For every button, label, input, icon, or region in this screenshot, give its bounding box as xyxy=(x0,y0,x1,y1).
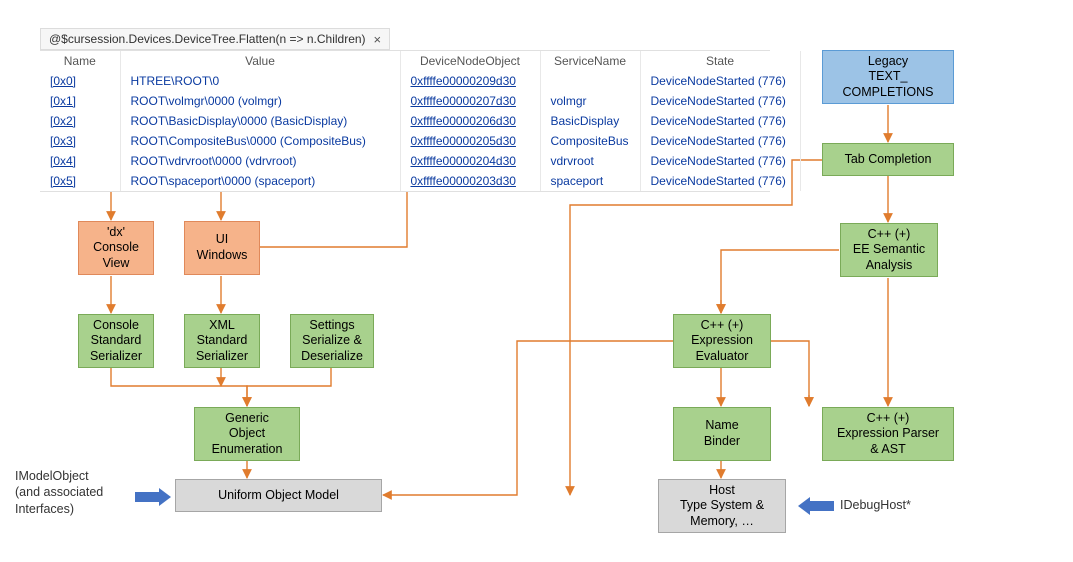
row-dno[interactable]: 0xffffe00000209d30 xyxy=(411,74,516,88)
row-value: ROOT\volmgr\0000 (volmgr) xyxy=(131,94,282,108)
table-row: [0x1] ROOT\volmgr\0000 (volmgr) 0xffffe000… xyxy=(40,91,800,111)
tab-completion: Tab Completion xyxy=(822,143,954,176)
arrow-left-icon xyxy=(798,497,834,515)
host-type-system: HostType System &Memory, … xyxy=(658,479,786,533)
col-state[interactable]: State xyxy=(640,51,800,71)
xml-standard-serializer: XMLStandardSerializer xyxy=(184,314,260,368)
table-header-row: Name Value DeviceNodeObject ServiceName … xyxy=(40,51,800,71)
row-state: DeviceNodeStarted (776) xyxy=(651,134,786,148)
row-state: DeviceNodeStarted (776) xyxy=(651,174,786,188)
col-name[interactable]: Name xyxy=(40,51,120,71)
row-state: DeviceNodeStarted (776) xyxy=(651,154,786,168)
arrow-right-icon xyxy=(135,488,171,506)
console-standard-serializer: ConsoleStandardSerializer xyxy=(78,314,154,368)
row-service: BasicDisplay xyxy=(551,114,620,128)
watch-tab: @$cursession.Devices.DeviceTree.Flatten(… xyxy=(40,28,390,50)
watch-tab-title: @$cursession.Devices.DeviceTree.Flatten(… xyxy=(49,32,366,46)
col-dno[interactable]: DeviceNodeObject xyxy=(400,51,540,71)
legacy-text-completions: LegacyTEXT_COMPLETIONS xyxy=(822,50,954,104)
row-name[interactable]: [0x3] xyxy=(50,134,76,148)
settings-serialize-deserialize: SettingsSerialize &Deserialize xyxy=(290,314,374,368)
row-value: ROOT\spaceport\0000 (spaceport) xyxy=(131,174,316,188)
row-name[interactable]: [0x0] xyxy=(50,74,76,88)
row-name[interactable]: [0x1] xyxy=(50,94,76,108)
expression-parser-ast: C++ (+)Expression Parser& AST xyxy=(822,407,954,461)
row-service: vdrvroot xyxy=(551,154,594,168)
row-state: DeviceNodeStarted (776) xyxy=(651,74,786,88)
row-dno[interactable]: 0xffffe00000204d30 xyxy=(411,154,516,168)
row-state: DeviceNodeStarted (776) xyxy=(651,114,786,128)
row-dno[interactable]: 0xffffe00000207d30 xyxy=(411,94,516,108)
uniform-object-model: Uniform Object Model xyxy=(175,479,382,512)
table-row: [0x0] HTREE\ROOT\0 0xffffe00000209d30 Devic… xyxy=(40,71,800,91)
row-value: ROOT\vdrvroot\0000 (vdrvroot) xyxy=(131,154,297,168)
close-icon[interactable]: × xyxy=(374,32,382,47)
dx-console-view: 'dx'ConsoleView xyxy=(78,221,154,275)
generic-object-enumeration: GenericObjectEnumeration xyxy=(194,407,300,461)
row-name[interactable]: [0x5] xyxy=(50,174,76,188)
row-dno[interactable]: 0xffffe00000203d30 xyxy=(411,174,516,188)
device-table: Name Value DeviceNodeObject ServiceName … xyxy=(40,50,770,192)
row-dno[interactable]: 0xffffe00000206d30 xyxy=(411,114,516,128)
table-row: [0x5] ROOT\spaceport\0000 (spaceport) 0xff… xyxy=(40,171,800,191)
row-value: ROOT\CompositeBus\0000 (CompositeBus) xyxy=(131,134,366,148)
row-name[interactable]: [0x2] xyxy=(50,114,76,128)
row-value: ROOT\BasicDisplay\0000 (BasicDisplay) xyxy=(131,114,348,128)
col-value[interactable]: Value xyxy=(120,51,400,71)
ee-semantic-analysis: C++ (+)EE SemanticAnalysis xyxy=(840,223,938,277)
expression-evaluator: C++ (+)ExpressionEvaluator xyxy=(673,314,771,368)
row-service: volmgr xyxy=(551,94,587,108)
table-row: [0x2] ROOT\BasicDisplay\0000 (BasicDispla… xyxy=(40,111,800,131)
row-service: spaceport xyxy=(551,174,604,188)
row-state: DeviceNodeStarted (776) xyxy=(651,94,786,108)
col-service[interactable]: ServiceName xyxy=(540,51,640,71)
row-value: HTREE\ROOT\0 xyxy=(131,74,220,88)
ui-windows: UIWindows xyxy=(184,221,260,275)
row-service: CompositeBus xyxy=(551,134,629,148)
table-row: [0x3] ROOT\CompositeBus\0000 (CompositeBu… xyxy=(40,131,800,151)
name-binder: NameBinder xyxy=(673,407,771,461)
row-dno[interactable]: 0xffffe00000205d30 xyxy=(411,134,516,148)
row-name[interactable]: [0x4] xyxy=(50,154,76,168)
imodelobject-label: IModelObject(and associatedInterfaces) xyxy=(15,468,130,517)
idebughost-label: IDebugHost* xyxy=(840,497,911,513)
table-row: [0x4] ROOT\vdrvroot\0000 (vdrvroot) 0xffff… xyxy=(40,151,800,171)
